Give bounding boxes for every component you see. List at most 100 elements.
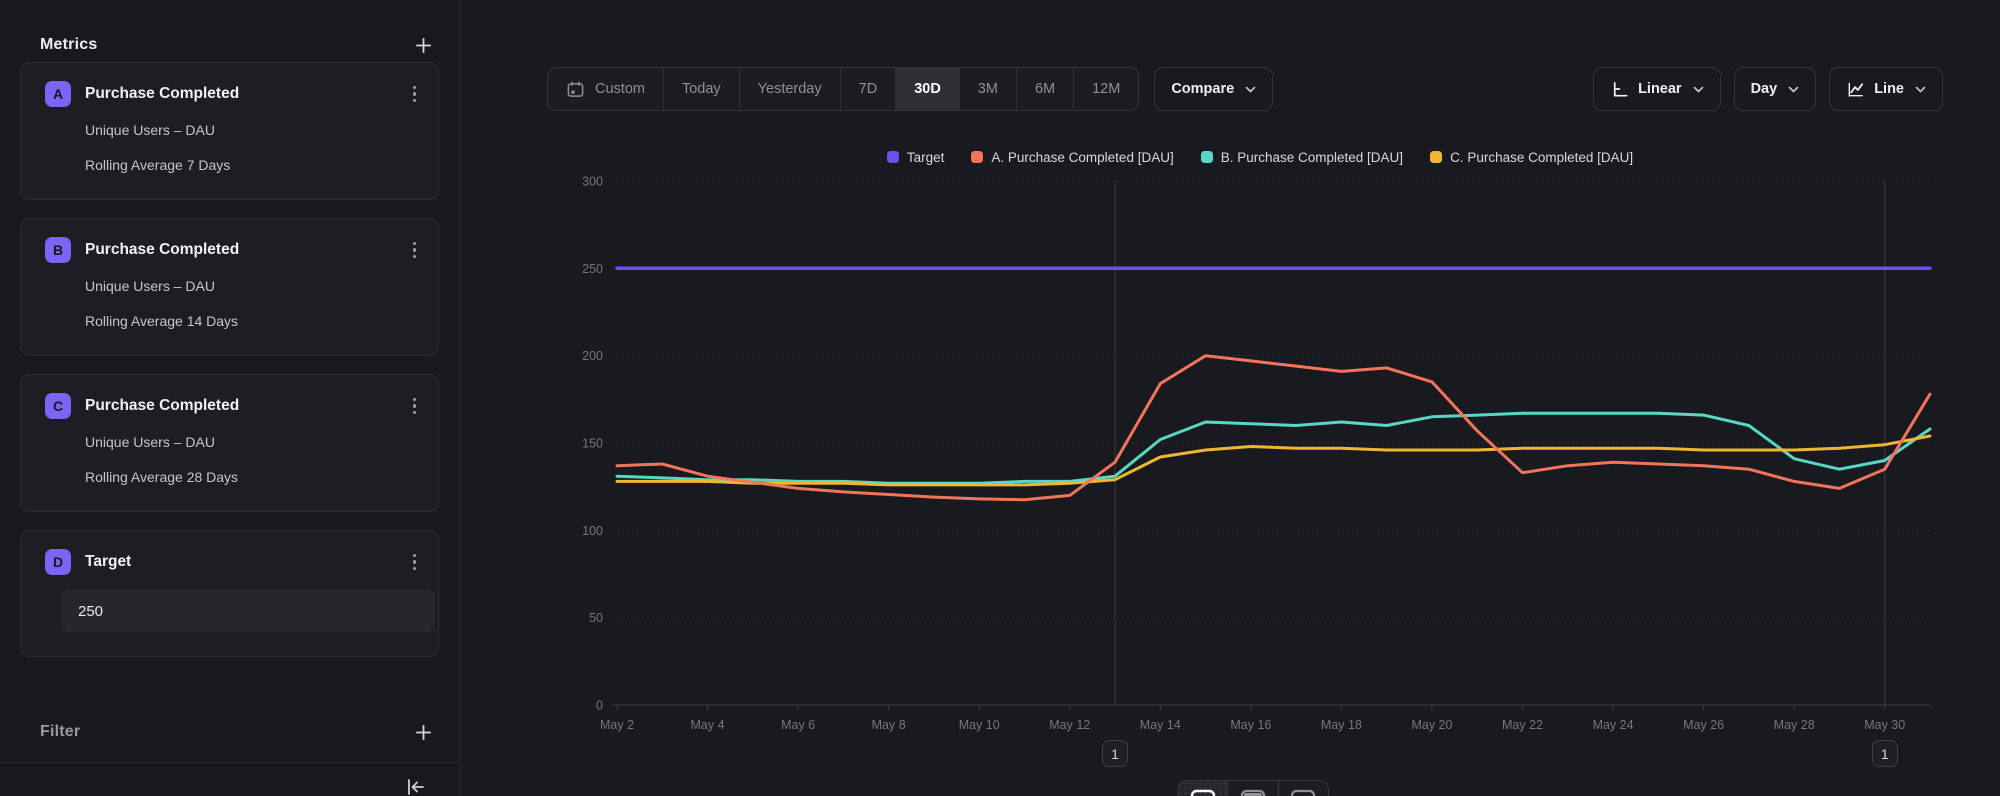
range-yesterday[interactable]: Yesterday <box>740 68 841 110</box>
scale-label: Linear <box>1638 81 1682 97</box>
chart-view-icon <box>1190 789 1216 796</box>
x-axis-label: May 22 <box>1502 718 1543 732</box>
date-range-control: Custom Today Yesterday 7D 30D 3M 6M12M <box>547 67 1139 111</box>
metric-badge: D <box>45 549 71 575</box>
kebab-dot <box>413 248 417 252</box>
range-label: Today <box>682 81 721 97</box>
y-axis-label: 0 <box>596 699 603 713</box>
kebab-menu-icon[interactable] <box>407 394 423 419</box>
legend-item[interactable]: Target <box>887 150 945 165</box>
x-axis-label: May 10 <box>959 718 1000 732</box>
x-axis-label: May 16 <box>1230 718 1271 732</box>
x-axis-label: May 2 <box>600 718 634 732</box>
legend-swatch <box>971 151 983 163</box>
collapse-left-icon <box>403 776 427 796</box>
chevron-down-icon <box>1245 86 1256 93</box>
compare-label: Compare <box>1171 81 1234 97</box>
metrics-sidebar: Metrics APurchase CompletedUnique Users … <box>0 0 460 796</box>
metric-card-list: A Purchase Completed Unique Users – DAU Rol… <box>0 62 459 657</box>
metric-measure: Unique Users – DAU <box>85 278 422 294</box>
table-view-icon <box>1240 789 1266 796</box>
chart-legend: Target A. Purchase Completed [DAU] B. Purc… <box>560 147 1960 167</box>
range-label: 30D <box>914 81 941 97</box>
metric-rolling-window: Rolling Average 28 Days <box>85 469 422 485</box>
target-card[interactable]: D Target <box>20 530 439 657</box>
range-3m[interactable]: 3M <box>960 68 1017 110</box>
y-axis-label: 100 <box>582 524 603 538</box>
interval-button[interactable]: Day <box>1734 67 1817 111</box>
legend-item[interactable]: A. Purchase Completed [DAU] <box>971 150 1173 165</box>
metric-title: Purchase Completed <box>85 241 407 259</box>
kebab-dot <box>413 92 417 96</box>
target-title: Target <box>85 553 407 571</box>
metric-card-header: CPurchase Completed <box>45 392 422 420</box>
axis-scale-icon <box>1610 80 1629 99</box>
filter-title: Filter <box>40 723 80 741</box>
kebab-menu-icon[interactable] <box>407 238 423 263</box>
legend-item[interactable]: B. Purchase Completed [DAU] <box>1201 150 1403 165</box>
legend-swatch <box>1201 151 1213 163</box>
kebab-menu-icon[interactable] <box>407 550 423 575</box>
x-axis-label: May 30 <box>1864 718 1905 732</box>
line-chart[interactable]: 050100150200250300May 2May 4May 6May 8Ma… <box>560 168 1960 768</box>
metric-badge: C <box>45 393 71 419</box>
metric-card[interactable]: APurchase CompletedUnique Users – DAURol… <box>20 62 439 200</box>
chevron-down-icon <box>1693 86 1704 93</box>
kebab-dot <box>413 99 417 103</box>
kebab-dot <box>413 411 417 415</box>
legend-swatch <box>1430 151 1442 163</box>
target-card-header: D Target <box>45 548 422 576</box>
annotation-badge[interactable]: 1 <box>1872 740 1898 767</box>
metric-card[interactable]: BPurchase CompletedUnique Users – DAURol… <box>20 218 439 356</box>
x-axis-label: May 24 <box>1593 718 1634 732</box>
range-30d[interactable]: 30D <box>896 68 960 110</box>
annotation-badge[interactable]: 1 <box>1102 740 1128 767</box>
metric-measure: Unique Users – DAU <box>85 122 422 138</box>
scale-button[interactable]: Linear <box>1593 67 1721 111</box>
chart-panel: Custom Today Yesterday 7D 30D 3M 6M12M Compare… <box>461 0 2000 796</box>
range-custom[interactable]: Custom <box>548 68 664 110</box>
y-axis-label: 300 <box>582 175 603 189</box>
filter-header: Filter <box>0 675 459 747</box>
chart-type-button[interactable]: Line <box>1829 67 1943 111</box>
kebab-dot <box>413 560 417 564</box>
add-metric-button[interactable] <box>409 31 437 59</box>
chevron-down-icon <box>1788 86 1799 93</box>
y-axis-label: 200 <box>582 349 603 363</box>
range-label: 3M <box>978 81 998 97</box>
kebab-dot <box>413 404 417 408</box>
metric-measure: Unique Users – DAU <box>85 434 422 450</box>
kebab-dot <box>413 554 417 558</box>
x-axis-label: May 26 <box>1683 718 1724 732</box>
legend-label: B. Purchase Completed [DAU] <box>1221 150 1403 165</box>
x-axis-label: May 14 <box>1140 718 1181 732</box>
target-value-input[interactable] <box>61 590 435 632</box>
range-label: Yesterday <box>758 81 822 97</box>
plus-icon <box>413 35 434 56</box>
view-details-button[interactable] <box>1279 781 1328 796</box>
compare-button[interactable]: Compare <box>1154 67 1273 111</box>
kebab-menu-icon[interactable] <box>407 82 423 107</box>
x-axis-label: May 12 <box>1049 718 1090 732</box>
range-today[interactable]: Today <box>664 68 740 110</box>
view-table-button[interactable] <box>1228 781 1278 796</box>
range-12m[interactable]: 12M <box>1074 68 1138 110</box>
view-chart-button[interactable] <box>1178 781 1228 796</box>
x-axis-label: May 8 <box>872 718 906 732</box>
chart-toolbar: Custom Today Yesterday 7D 30D 3M 6M12M Compare… <box>547 67 1943 111</box>
range-label: Custom <box>595 81 645 97</box>
range-7d[interactable]: 7D <box>841 68 897 110</box>
y-axis-label: 150 <box>582 437 603 451</box>
legend-label: Target <box>907 150 945 165</box>
details-view-icon <box>1290 789 1316 796</box>
add-filter-button[interactable] <box>409 718 437 746</box>
metric-badge: B <box>45 237 71 263</box>
metric-badge: A <box>45 81 71 107</box>
kebab-dot <box>413 398 417 402</box>
x-axis-label: May 6 <box>781 718 815 732</box>
range-6m[interactable]: 6M <box>1017 68 1074 110</box>
metric-rolling-window: Rolling Average 7 Days <box>85 157 422 173</box>
collapse-sidebar-button[interactable] <box>401 773 429 796</box>
legend-item[interactable]: C. Purchase Completed [DAU] <box>1430 150 1633 165</box>
metric-card[interactable]: CPurchase Completed Unique Users – DAU Rol… <box>20 374 439 512</box>
